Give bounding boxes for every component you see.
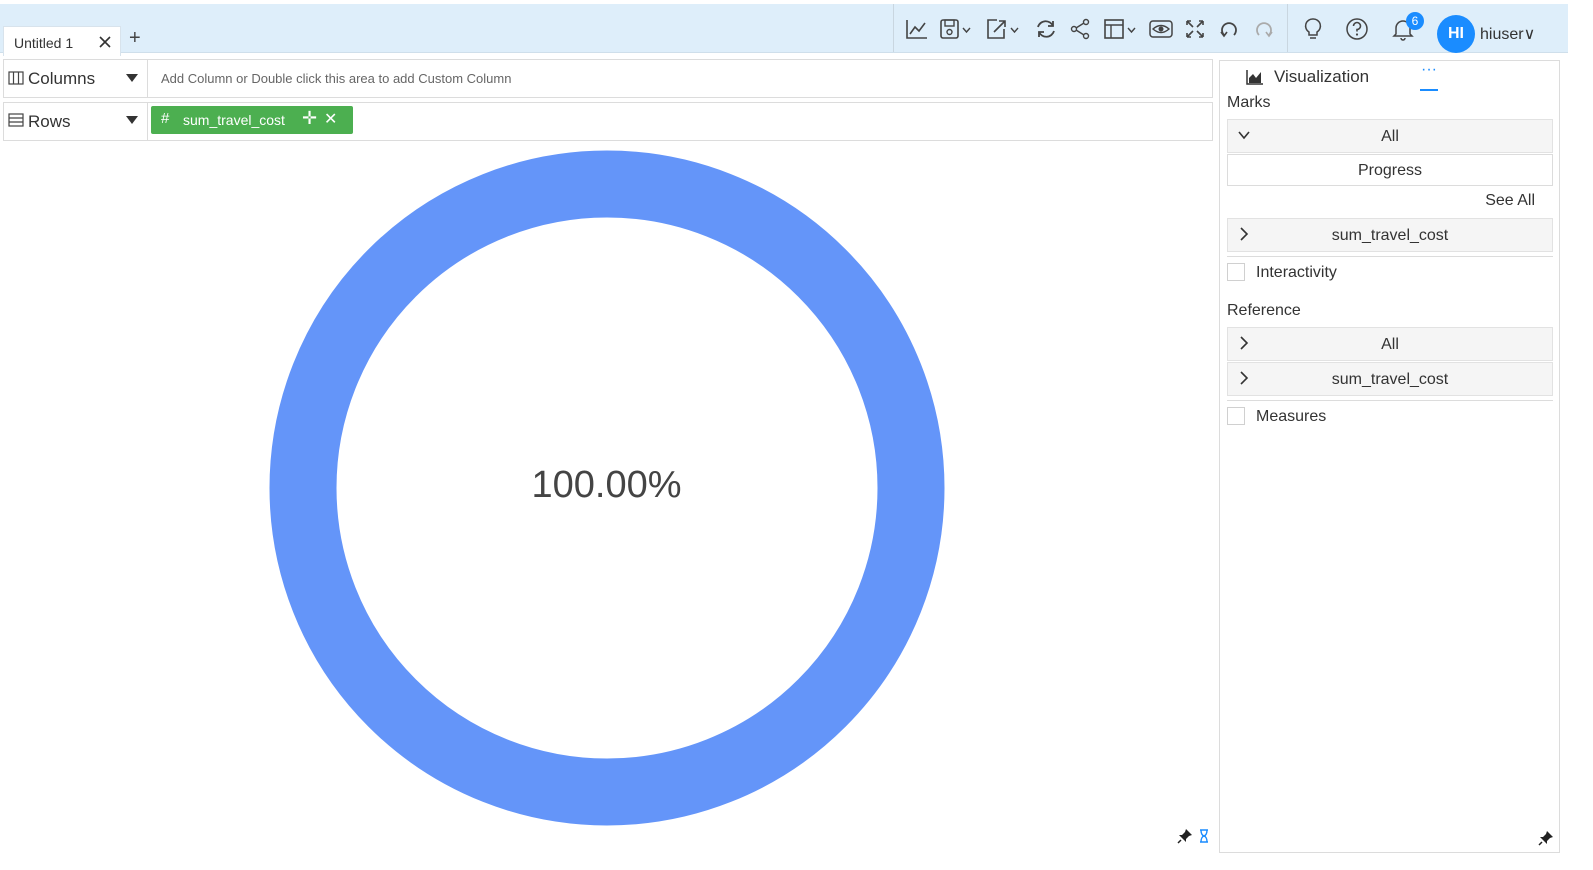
interactivity-label: Interactivity xyxy=(1256,264,1337,281)
undo-icon[interactable] xyxy=(1216,17,1242,41)
tab-untitled-1[interactable]: Untitled 1 xyxy=(3,26,121,56)
move-icon[interactable]: ✛ xyxy=(302,108,317,129)
columns-drop-hint[interactable]: Add Column or Double click this area to … xyxy=(161,71,511,86)
marks-field-row[interactable]: sum_travel_cost xyxy=(1227,218,1553,252)
divider xyxy=(1227,256,1553,257)
hourglass-icon[interactable] xyxy=(1196,828,1212,844)
fullscreen-icon[interactable] xyxy=(1182,17,1208,41)
export-icon[interactable] xyxy=(985,17,1023,41)
measures-checkbox[interactable] xyxy=(1227,407,1245,425)
layout-icon[interactable] xyxy=(1102,17,1138,41)
share-icon[interactable] xyxy=(1068,17,1094,41)
mark-type-label: Progress xyxy=(1357,162,1423,179)
refresh-icon[interactable] xyxy=(1033,17,1059,41)
close-icon[interactable] xyxy=(97,34,113,50)
columns-shelf-header[interactable]: Columns xyxy=(4,60,148,97)
user-menu[interactable]: hiuser∨ xyxy=(1480,24,1535,44)
hash-icon: # xyxy=(161,110,170,127)
reference-title: Reference xyxy=(1227,302,1301,319)
progress-value: 100.00% xyxy=(531,464,682,506)
divider xyxy=(1227,400,1553,401)
columns-label: Columns xyxy=(28,69,96,88)
pin-icon[interactable] xyxy=(1538,830,1554,846)
help-icon[interactable] xyxy=(1344,17,1370,41)
columns-icon xyxy=(8,71,24,85)
chevron-down-icon: ∨ xyxy=(1523,26,1536,43)
rows-shelf-header[interactable]: Rows xyxy=(4,103,148,140)
rows-icon xyxy=(8,113,24,127)
toolbar-divider xyxy=(1287,4,1288,52)
rows-label: Rows xyxy=(28,112,71,131)
interactivity-checkbox[interactable] xyxy=(1227,263,1245,281)
more-options-tab[interactable]: ··· xyxy=(1420,61,1438,91)
top-bar: Untitled 1 + 6 HI hiuser∨ xyxy=(0,4,1568,56)
notification-badge: 6 xyxy=(1406,12,1424,30)
see-all-link[interactable]: See All xyxy=(1485,192,1535,210)
columns-shelf: Columns Add Column or Double click this … xyxy=(3,59,1213,98)
line-chart-icon[interactable] xyxy=(904,17,930,41)
redo-icon[interactable] xyxy=(1251,17,1277,41)
reference-field-label: sum_travel_cost xyxy=(1331,371,1449,388)
tab-label: Untitled 1 xyxy=(14,35,74,51)
pill-label: sum_travel_cost xyxy=(183,112,285,128)
add-tab-button[interactable]: + xyxy=(129,28,141,48)
chart-area: 100.00% xyxy=(0,142,1218,858)
avatar[interactable]: HI xyxy=(1437,15,1475,53)
marks-all-label: All xyxy=(1381,128,1399,145)
area-chart-icon xyxy=(1246,69,1264,85)
caret-down-icon xyxy=(126,74,138,82)
remove-pill-icon[interactable]: ✕ xyxy=(324,109,337,129)
username-label: hiuser xyxy=(1480,26,1524,43)
pin-icon[interactable] xyxy=(1177,828,1193,844)
toolbar-divider xyxy=(893,4,894,52)
save-icon[interactable] xyxy=(938,17,974,41)
measures-label: Measures xyxy=(1256,408,1327,425)
mark-type-select[interactable]: Progress xyxy=(1227,154,1553,186)
visualization-label: Visualization xyxy=(1274,67,1370,86)
field-pill-sum-travel-cost[interactable]: # sum_travel_cost ✛ ✕ xyxy=(151,106,353,134)
marks-field-label: sum_travel_cost xyxy=(1331,227,1449,244)
caret-down-icon xyxy=(126,116,138,124)
lightbulb-icon[interactable] xyxy=(1300,17,1326,41)
properties-panel: Visualization ··· Marks All Progress See… xyxy=(1219,60,1560,853)
preview-icon[interactable] xyxy=(1148,17,1174,41)
marks-all-row[interactable]: All xyxy=(1227,119,1553,153)
reference-field-row[interactable]: sum_travel_cost xyxy=(1227,362,1553,396)
reference-all-row[interactable]: All xyxy=(1227,327,1553,361)
marks-title: Marks xyxy=(1227,94,1271,111)
rows-shelf: Rows # sum_travel_cost ✛ ✕ xyxy=(3,102,1213,141)
reference-all-label: All xyxy=(1381,336,1399,353)
